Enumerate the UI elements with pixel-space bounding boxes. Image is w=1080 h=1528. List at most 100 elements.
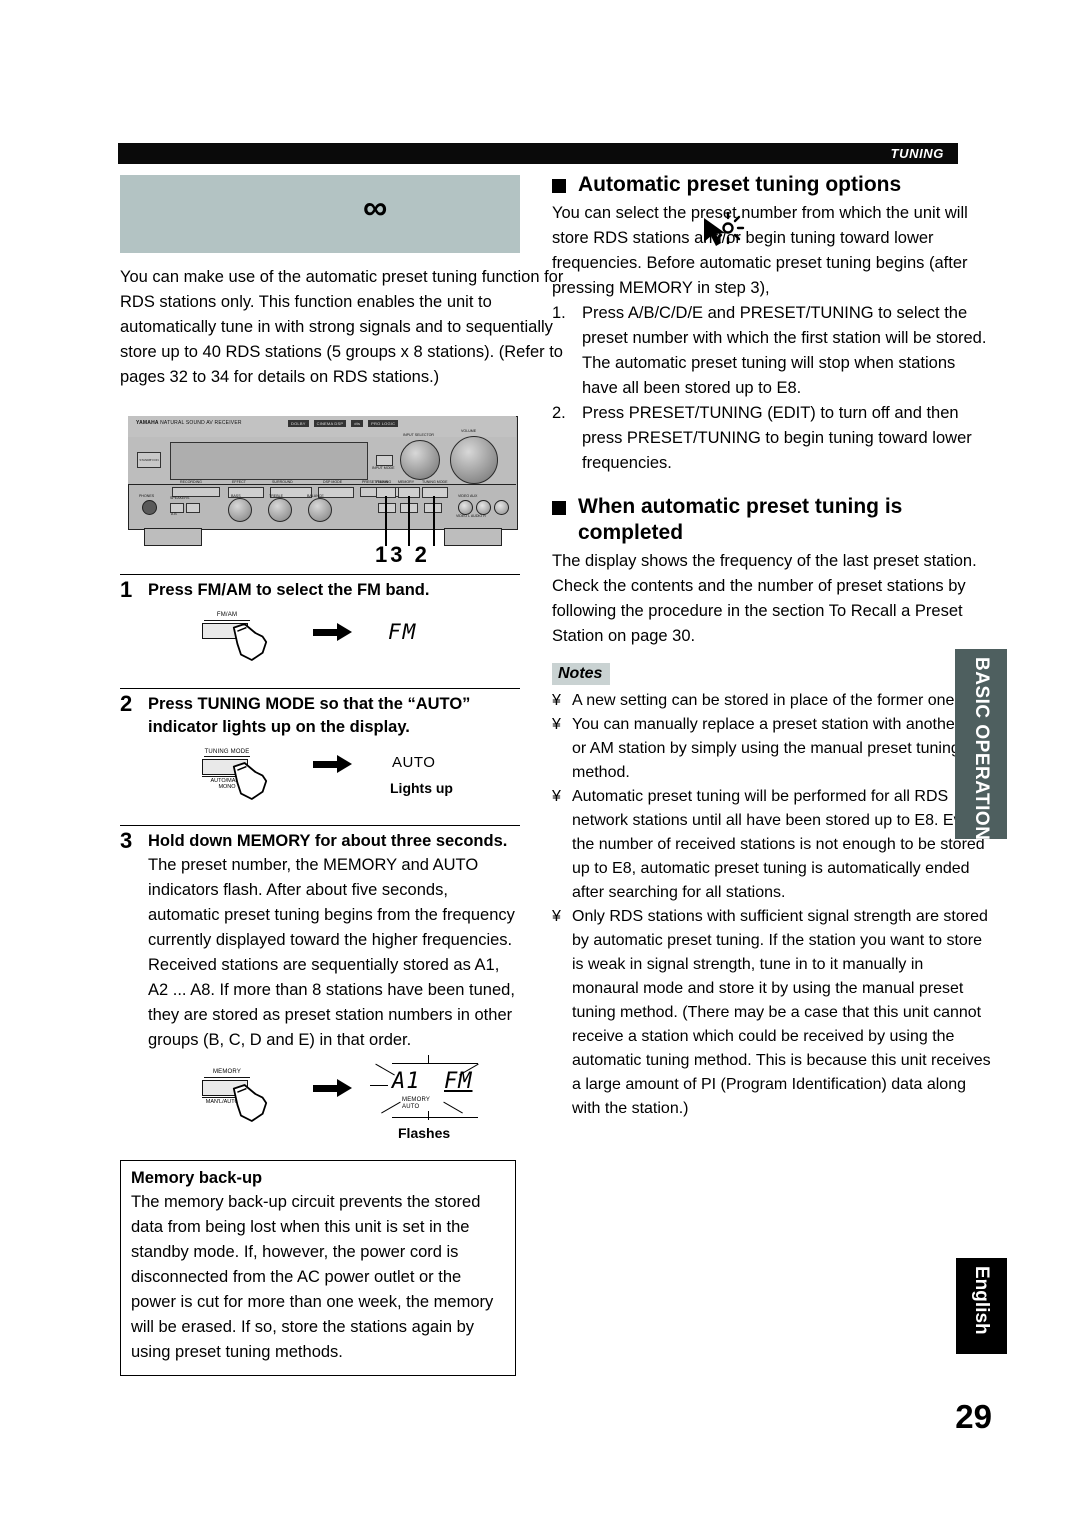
receiver-audio-l-jack: [476, 500, 491, 515]
receiver-dsp-mode-label: DSP MODE: [323, 480, 343, 484]
receiver-audio-r-jack: [494, 500, 509, 515]
step-3-arrow-head: [337, 1079, 352, 1097]
receiver-effect-label: EFFECT: [232, 480, 246, 484]
step-3: 3 Hold down MEMORY for about three secon…: [120, 825, 520, 1150]
callout-line-2: [433, 496, 435, 546]
receiver-logo-strip: DOLBY CINEMA DSP dts PRO LOGIC: [288, 420, 399, 427]
dts-logo: dts: [351, 420, 364, 427]
display-leader-bottom-left: [381, 1101, 401, 1114]
square-bullet-icon: [552, 501, 566, 515]
step-3-indicator-memory: MEMORY: [402, 1097, 431, 1103]
step-2: 2 Press TUNING MODE so that the “AUTO” i…: [120, 688, 520, 811]
receiver-tuning-mode-button: [422, 487, 448, 498]
note-item: ¥ A new setting can be stored in place o…: [552, 689, 992, 713]
receiver-volume-label: VOLUME: [461, 429, 477, 433]
display-leader-top: [392, 1063, 478, 1065]
step-2-illustration: TUNING MODE AUTO/MAN'L MONO AUTO Lights …: [120, 745, 520, 811]
receiver-speakers-ab-label: A B: [171, 512, 177, 516]
note-bullet-icon: ¥: [552, 692, 561, 709]
step-3-arrow-shaft: [313, 1085, 339, 1092]
section-2-heading-row: When automatic preset tuning is complete…: [552, 494, 992, 546]
section-2-heading: When automatic preset tuning is complete…: [578, 495, 903, 544]
notes-label: Notes: [552, 663, 611, 685]
infinity-symbol: ∞: [363, 189, 388, 227]
list-item-number: 1.: [552, 304, 566, 322]
receiver-brand-label: YAMAHA NATURAL SOUND AV RECEIVER: [136, 420, 242, 426]
section-2-text: The display shows the frequency of the l…: [552, 552, 977, 645]
step-3-indicator-auto: AUTO: [402, 1104, 420, 1110]
receiver-display-window: [170, 442, 368, 480]
cinema-dsp-logo: CINEMA DSP: [313, 420, 347, 427]
section-header-bar: TUNING: [118, 143, 958, 164]
display-dash: [370, 1085, 388, 1087]
receiver-illustration: YAMAHA NATURAL SOUND AV RECEIVER DOLBY C…: [120, 410, 520, 567]
pointing-hand-icon: [232, 762, 268, 800]
section-header-label: TUNING: [890, 146, 944, 161]
callout-numbers: 13 2: [375, 542, 430, 567]
step-3-illustration: MEMORY MAN'L/AUTO FM A1 FM MEMORY AUTO F…: [120, 1055, 520, 1150]
receiver-foot-right: [444, 528, 502, 546]
memory-backup-title: Memory back-up: [131, 1169, 263, 1187]
section-1-list: 1. Press A/B/C/D/E and PRESET/TUNING to …: [552, 301, 992, 476]
notes-list: ¥ A new setting can be stored in place o…: [552, 689, 992, 1121]
intro-paragraph: You can make use of the automatic preset…: [120, 268, 564, 386]
pointing-hand-icon: [232, 623, 268, 661]
side-tab-basic-operation-label: BASIC OPERATION: [971, 657, 992, 841]
receiver-standby-button: STANDBY/ON: [137, 452, 161, 468]
receiver-video-jack: [458, 500, 473, 515]
page-number: 29: [955, 1398, 992, 1435]
step-2-button-top-label: TUNING MODE: [204, 749, 250, 757]
list-item-text: Press A/B/C/D/E and PRESET/TUNING to sel…: [582, 304, 987, 397]
step-3-display-caption: Flashes: [398, 1125, 451, 1141]
document-page: TUNING ∞ You can make use of the automat…: [0, 0, 1080, 1528]
note-item: ¥ Automatic preset tuning will be perfor…: [552, 785, 992, 905]
receiver-phones-label: PHONES: [139, 494, 155, 498]
receiver-brand-sub: NATURAL SOUND AV RECEIVER: [160, 420, 242, 426]
receiver-bass-knob: [228, 498, 252, 522]
pointing-hand-icon: [232, 1084, 268, 1122]
step-1-display-value: FM: [388, 620, 418, 644]
left-column: ∞ You can make use of the automatic pres…: [120, 175, 563, 1376]
side-tab-english-label: English: [971, 1266, 992, 1335]
step-1: 1 Press FM/AM to select the FM band. FM/…: [120, 574, 520, 674]
receiver-phones-jack: [142, 500, 157, 515]
section-1-heading: Automatic preset tuning options: [578, 173, 902, 196]
step-3-button-top-label: MEMORY: [204, 1069, 250, 1078]
memory-backup-box: Memory back-up The memory back-up circui…: [120, 1160, 516, 1376]
square-bullet-icon: [552, 179, 566, 193]
yamaha-logo: YAMAHA: [136, 420, 159, 426]
step-2-number: 2: [120, 691, 133, 716]
step-1-button-top-label: FM/AM: [204, 612, 250, 621]
receiver-video-aux-sub-label: VIDEO L AUDIO R: [456, 514, 486, 518]
receiver-memory-label: MEMORY: [398, 480, 415, 484]
gray-banner: ∞: [120, 175, 520, 253]
receiver-surround-label: SURROUND: [272, 480, 293, 484]
receiver-treble-knob: [268, 498, 292, 522]
step-1-arrow-shaft: [313, 629, 339, 636]
dolby-logo: DOLBY: [288, 420, 309, 427]
display-leader-bottom-right: [443, 1101, 463, 1114]
section-1-intro: You can select the preset number from wh…: [552, 204, 968, 297]
side-tab-basic-operation: BASIC OPERATION: [955, 649, 1007, 841]
receiver-input-selector-knob: [400, 440, 440, 480]
receiver-video-aux-label: VIDEO AUX: [458, 494, 478, 498]
step-1-heading: Press FM/AM to select the FM band.: [148, 581, 430, 599]
note-text: You can manually replace a preset statio…: [572, 716, 988, 781]
step-3-display-graphic: A1 FM MEMORY AUTO: [370, 1055, 500, 1121]
receiver-speaker-b-button: [186, 503, 200, 513]
note-bullet-icon: ¥: [552, 908, 561, 925]
step-3-number: 3: [120, 828, 133, 853]
receiver-input-mode-label: INPUT MODE: [372, 466, 395, 470]
list-item-number: 2.: [552, 404, 566, 422]
receiver-lower-button-1: [378, 503, 396, 513]
right-column: Automatic preset tuning options You can …: [552, 172, 992, 1121]
step-3-heading: Hold down MEMORY for about three seconds…: [148, 832, 508, 850]
note-item: ¥ Only RDS stations with sufficient sign…: [552, 905, 992, 1121]
step-2-arrow-shaft: [313, 761, 339, 768]
step-1-number: 1: [120, 577, 133, 602]
display-tick-bottom: [428, 1111, 430, 1120]
memory-backup-text: The memory back-up circuit prevents the …: [131, 1193, 494, 1361]
receiver-input-mode-button: [376, 455, 393, 466]
step-2-display-value: AUTO: [392, 754, 436, 771]
note-bullet-icon: ¥: [552, 716, 561, 733]
